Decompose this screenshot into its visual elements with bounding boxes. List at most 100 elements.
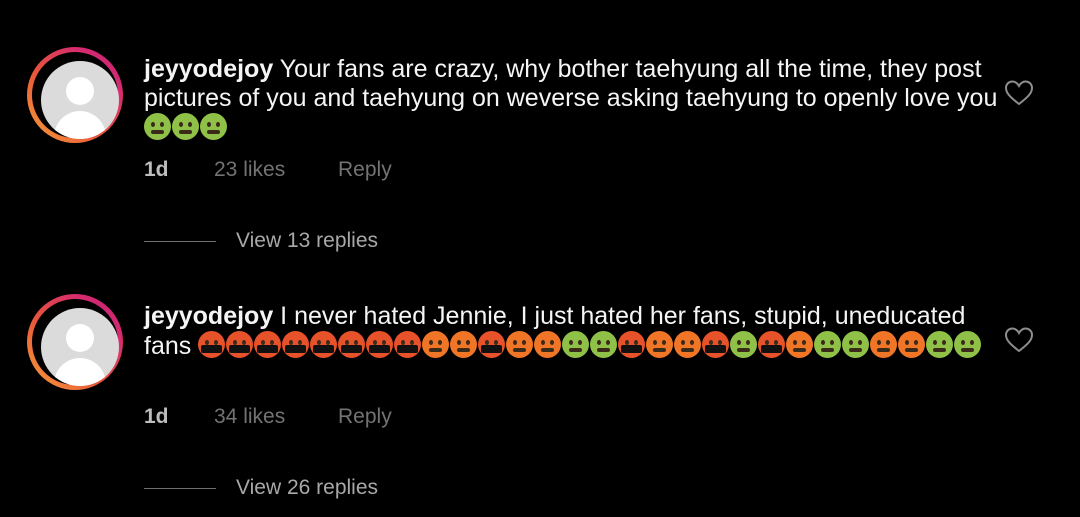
emoji-eye (151, 122, 155, 127)
emoji-mouth (481, 345, 503, 353)
emoji-eye (550, 340, 555, 345)
comment-text: jeyyodejoy I never hated Jennie, I just … (144, 302, 1004, 361)
emoji-mouth (201, 345, 223, 353)
angry-face-icon (534, 331, 562, 358)
emoji-mouth (285, 345, 307, 353)
emoji-mouth (207, 130, 220, 134)
emoji-eye (905, 340, 910, 345)
avatar[interactable] (27, 294, 123, 390)
emoji-eye (522, 340, 527, 345)
angry-face-icon (506, 331, 534, 358)
emoji-eye (737, 340, 742, 345)
angry-face-icon (898, 331, 926, 358)
emoji-eye (188, 122, 192, 127)
emoji-mouth (849, 348, 863, 352)
emoji-mouth (933, 348, 947, 352)
angry-face-icon (422, 331, 450, 358)
angry-face-icon (870, 331, 898, 358)
emoji-mouth (793, 348, 807, 352)
story-ring-gap (32, 299, 119, 386)
reply-button[interactable]: Reply (338, 158, 392, 182)
angry-face-icon (646, 331, 674, 358)
nauseated-face-icon (814, 331, 842, 358)
cursing-face-icon (282, 331, 310, 358)
emoji-eye (858, 340, 863, 345)
emoji-eye (457, 340, 462, 345)
emoji-eye (821, 340, 826, 345)
emoji-mouth (877, 348, 891, 352)
comment-timestamp: 1d (144, 405, 169, 428)
heart-outline-icon[interactable] (1004, 79, 1034, 107)
emoji-mouth (681, 348, 695, 352)
cursing-face-icon (702, 331, 730, 358)
emoji-eye (746, 340, 751, 345)
emoji-mouth (457, 348, 471, 352)
comment-timestamp: 1d (144, 158, 169, 181)
emoji-eye (569, 340, 574, 345)
replies-divider (144, 488, 216, 489)
emoji-mouth (369, 345, 391, 353)
emoji-eye (207, 122, 211, 127)
emoji-mouth (179, 130, 192, 134)
emoji-mouth (513, 348, 527, 352)
emoji-eye (429, 340, 434, 345)
emoji-row (144, 113, 228, 142)
comment-likes-count[interactable]: 23 likes (214, 158, 285, 182)
comment-username[interactable]: jeyyodejoy (144, 55, 273, 83)
emoji-mouth (761, 345, 783, 353)
nauseated-face-icon (144, 113, 171, 140)
emoji-mouth (597, 348, 611, 352)
emoji-eye (160, 122, 164, 127)
cursing-face-icon (198, 331, 226, 358)
emoji-mouth (961, 348, 975, 352)
emoji-mouth (541, 348, 555, 352)
cursing-face-icon (478, 331, 506, 358)
nauseated-face-icon (562, 331, 590, 358)
emoji-eye (578, 340, 583, 345)
emoji-mouth (905, 348, 919, 352)
emoji-eye (681, 340, 686, 345)
avatar[interactable] (27, 47, 123, 143)
emoji-eye (933, 340, 938, 345)
emoji-eye (662, 340, 667, 345)
emoji-eye (942, 340, 947, 345)
emoji-eye (438, 340, 443, 345)
nauseated-face-icon (172, 113, 199, 140)
comment-username[interactable]: jeyyodejoy (144, 302, 273, 330)
replies-divider (144, 241, 216, 242)
emoji-mouth (569, 348, 583, 352)
emoji-eye (653, 340, 658, 345)
emoji-eye (830, 340, 835, 345)
comment-likes-count[interactable]: 34 likes (214, 405, 285, 429)
emoji-eye (597, 340, 602, 345)
angry-face-icon (450, 331, 478, 358)
emoji-mouth (341, 345, 363, 353)
avatar-body (54, 358, 106, 386)
avatar-head (66, 77, 94, 105)
emoji-mouth (621, 345, 643, 353)
emoji-eye (802, 340, 807, 345)
cursing-face-icon (338, 331, 366, 358)
view-replies-button[interactable]: View 26 replies (144, 476, 544, 502)
nauseated-face-icon (730, 331, 758, 358)
emoji-mouth (821, 348, 835, 352)
reply-button[interactable]: Reply (338, 405, 392, 429)
emoji-mouth (151, 130, 164, 134)
emoji-eye (216, 122, 220, 127)
emoji-mouth (705, 345, 727, 353)
emoji-mouth (313, 345, 335, 353)
emoji-mouth (257, 345, 279, 353)
view-replies-label: View 26 replies (236, 476, 379, 499)
cursing-face-icon (618, 331, 646, 358)
emoji-mouth (653, 348, 667, 352)
heart-outline-icon[interactable] (1004, 326, 1034, 354)
emoji-eye (849, 340, 854, 345)
nauseated-face-icon (926, 331, 954, 358)
nauseated-face-icon (842, 331, 870, 358)
cursing-face-icon (394, 331, 422, 358)
emoji-mouth (397, 345, 419, 353)
cursing-face-icon (366, 331, 394, 358)
emoji-eye (970, 340, 975, 345)
angry-face-icon (786, 331, 814, 358)
default-avatar-icon (41, 61, 119, 139)
